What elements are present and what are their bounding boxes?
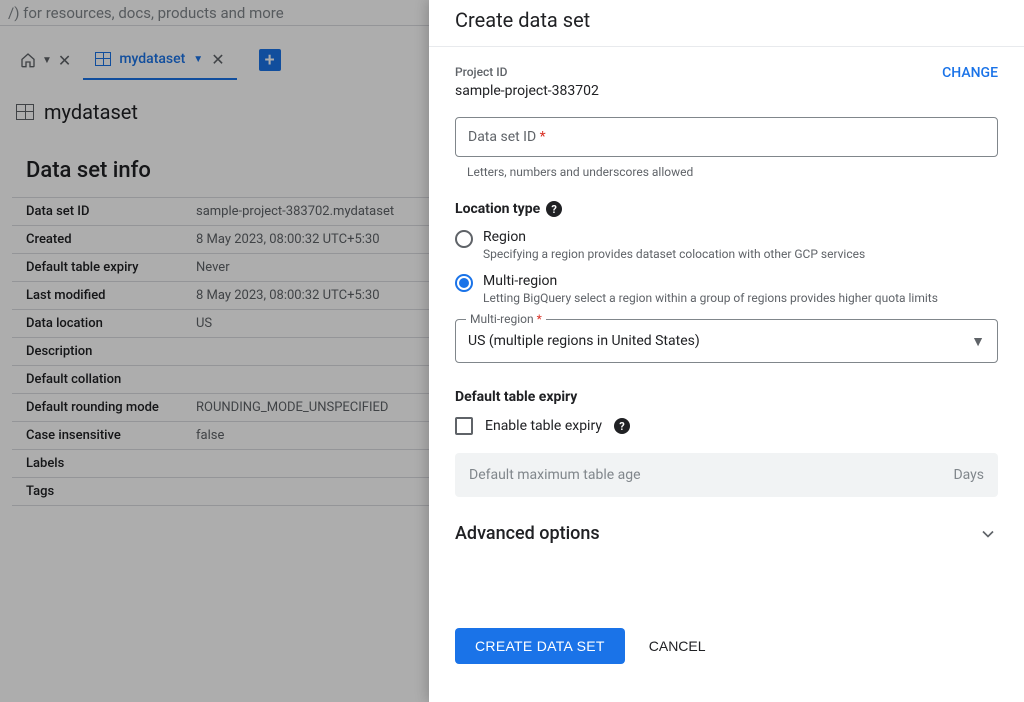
- default-expiry-label: Default table expiry: [455, 389, 998, 405]
- multi-region-radio[interactable]: [455, 274, 473, 292]
- dataset-id-input[interactable]: Data set ID *: [455, 117, 998, 157]
- multi-region-select-value: US (multiple regions in United States): [468, 333, 971, 349]
- max-table-age-placeholder: Default maximum table age: [469, 467, 641, 483]
- advanced-options-toggle[interactable]: Advanced options: [455, 523, 998, 544]
- panel-body: Project ID sample-project-383702 CHANGE …: [429, 47, 1024, 610]
- days-suffix: Days: [953, 467, 984, 483]
- advanced-options-label: Advanced options: [455, 523, 600, 544]
- multi-region-select[interactable]: Multi-region * US (multiple regions in U…: [455, 319, 998, 363]
- max-table-age-input: Default maximum table age Days: [455, 453, 998, 497]
- create-dataset-panel: Create data set Project ID sample-projec…: [429, 0, 1024, 702]
- required-asterisk: *: [540, 129, 546, 145]
- project-id-label: Project ID: [455, 65, 599, 79]
- panel-footer: CREATE DATA SET CANCEL: [429, 610, 1024, 702]
- location-type-label: Location type ?: [455, 201, 998, 217]
- multi-region-select-label: Multi-region *: [466, 312, 546, 326]
- dataset-id-helper: Letters, numbers and underscores allowed: [467, 165, 998, 179]
- project-id-value: sample-project-383702: [455, 83, 599, 99]
- enable-expiry-label: Enable table expiry: [485, 418, 602, 434]
- panel-title: Create data set: [429, 0, 1024, 47]
- help-icon[interactable]: ?: [614, 418, 630, 434]
- chevron-down-icon: ▼: [971, 333, 985, 350]
- change-project-button[interactable]: CHANGE: [942, 65, 998, 81]
- multi-region-radio-label: Multi-region: [483, 273, 938, 289]
- region-radio[interactable]: [455, 230, 473, 248]
- region-radio-sub: Specifying a region provides dataset col…: [483, 247, 865, 261]
- chevron-down-icon: [978, 524, 998, 544]
- cancel-button[interactable]: CANCEL: [649, 638, 706, 654]
- dataset-id-placeholder: Data set ID: [468, 129, 536, 145]
- multi-region-radio-row[interactable]: Multi-region Letting BigQuery select a r…: [455, 273, 998, 305]
- region-radio-label: Region: [483, 229, 865, 245]
- multi-region-radio-sub: Letting BigQuery select a region within …: [483, 291, 938, 305]
- enable-expiry-checkbox[interactable]: [455, 417, 473, 435]
- help-icon[interactable]: ?: [546, 201, 562, 217]
- create-dataset-button[interactable]: CREATE DATA SET: [455, 628, 625, 664]
- region-radio-row[interactable]: Region Specifying a region provides data…: [455, 229, 998, 261]
- enable-expiry-row[interactable]: Enable table expiry ?: [455, 417, 998, 435]
- project-id-row: Project ID sample-project-383702 CHANGE: [455, 65, 998, 99]
